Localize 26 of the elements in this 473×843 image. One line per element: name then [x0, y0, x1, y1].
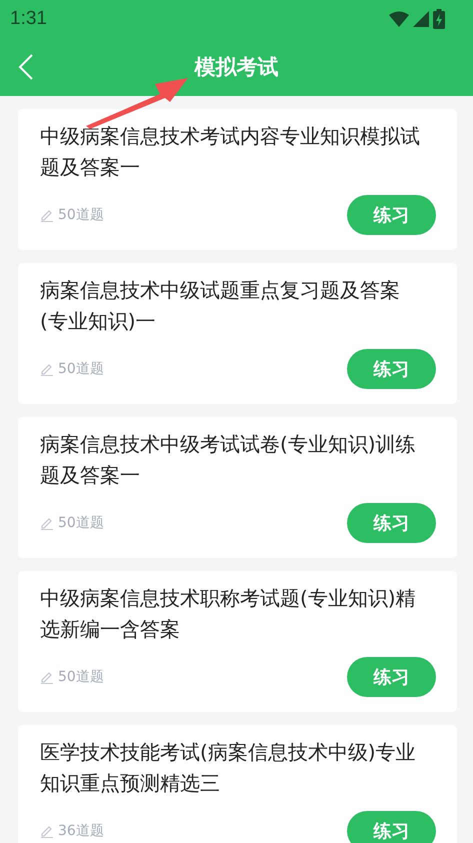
- pencil-icon: [40, 208, 54, 222]
- question-count: 50道题: [58, 206, 104, 224]
- pencil-icon: [40, 824, 54, 838]
- exam-title: 病案信息技术中级考试试卷(专业知识)训练题及答案一: [40, 431, 417, 489]
- back-icon[interactable]: [18, 54, 34, 80]
- page-title: 模拟考试: [194, 54, 278, 81]
- question-count: 50道题: [58, 514, 104, 532]
- question-count: 50道题: [58, 360, 104, 378]
- exam-title: 病案信息技术中级试题重点复习题及答案(专业知识)一: [40, 277, 401, 335]
- exam-title: 医学技术技能考试(病案信息技术中级)专业知识重点预测精选三: [40, 739, 417, 797]
- practice-button[interactable]: 练习: [347, 811, 436, 843]
- question-count: 50道题: [58, 668, 104, 686]
- practice-button[interactable]: 练习: [347, 195, 436, 235]
- exam-title: 中级病案信息技术考试内容专业知识模拟试题及答案一: [40, 123, 421, 181]
- practice-button[interactable]: 练习: [347, 657, 436, 697]
- battery-icon: [433, 9, 445, 29]
- question-count: 36道题: [58, 822, 104, 840]
- status-time: 1:31: [10, 8, 47, 30]
- pencil-icon: [40, 362, 54, 376]
- pencil-icon: [40, 516, 54, 530]
- wifi-icon: [389, 11, 409, 27]
- practice-button[interactable]: 练习: [347, 503, 436, 543]
- signal-icon: [413, 11, 429, 27]
- practice-button[interactable]: 练习: [347, 349, 436, 389]
- exam-title: 中级病案信息技术职称考试题(专业知识)精选新编一含答案: [40, 585, 417, 643]
- pencil-icon: [40, 670, 54, 684]
